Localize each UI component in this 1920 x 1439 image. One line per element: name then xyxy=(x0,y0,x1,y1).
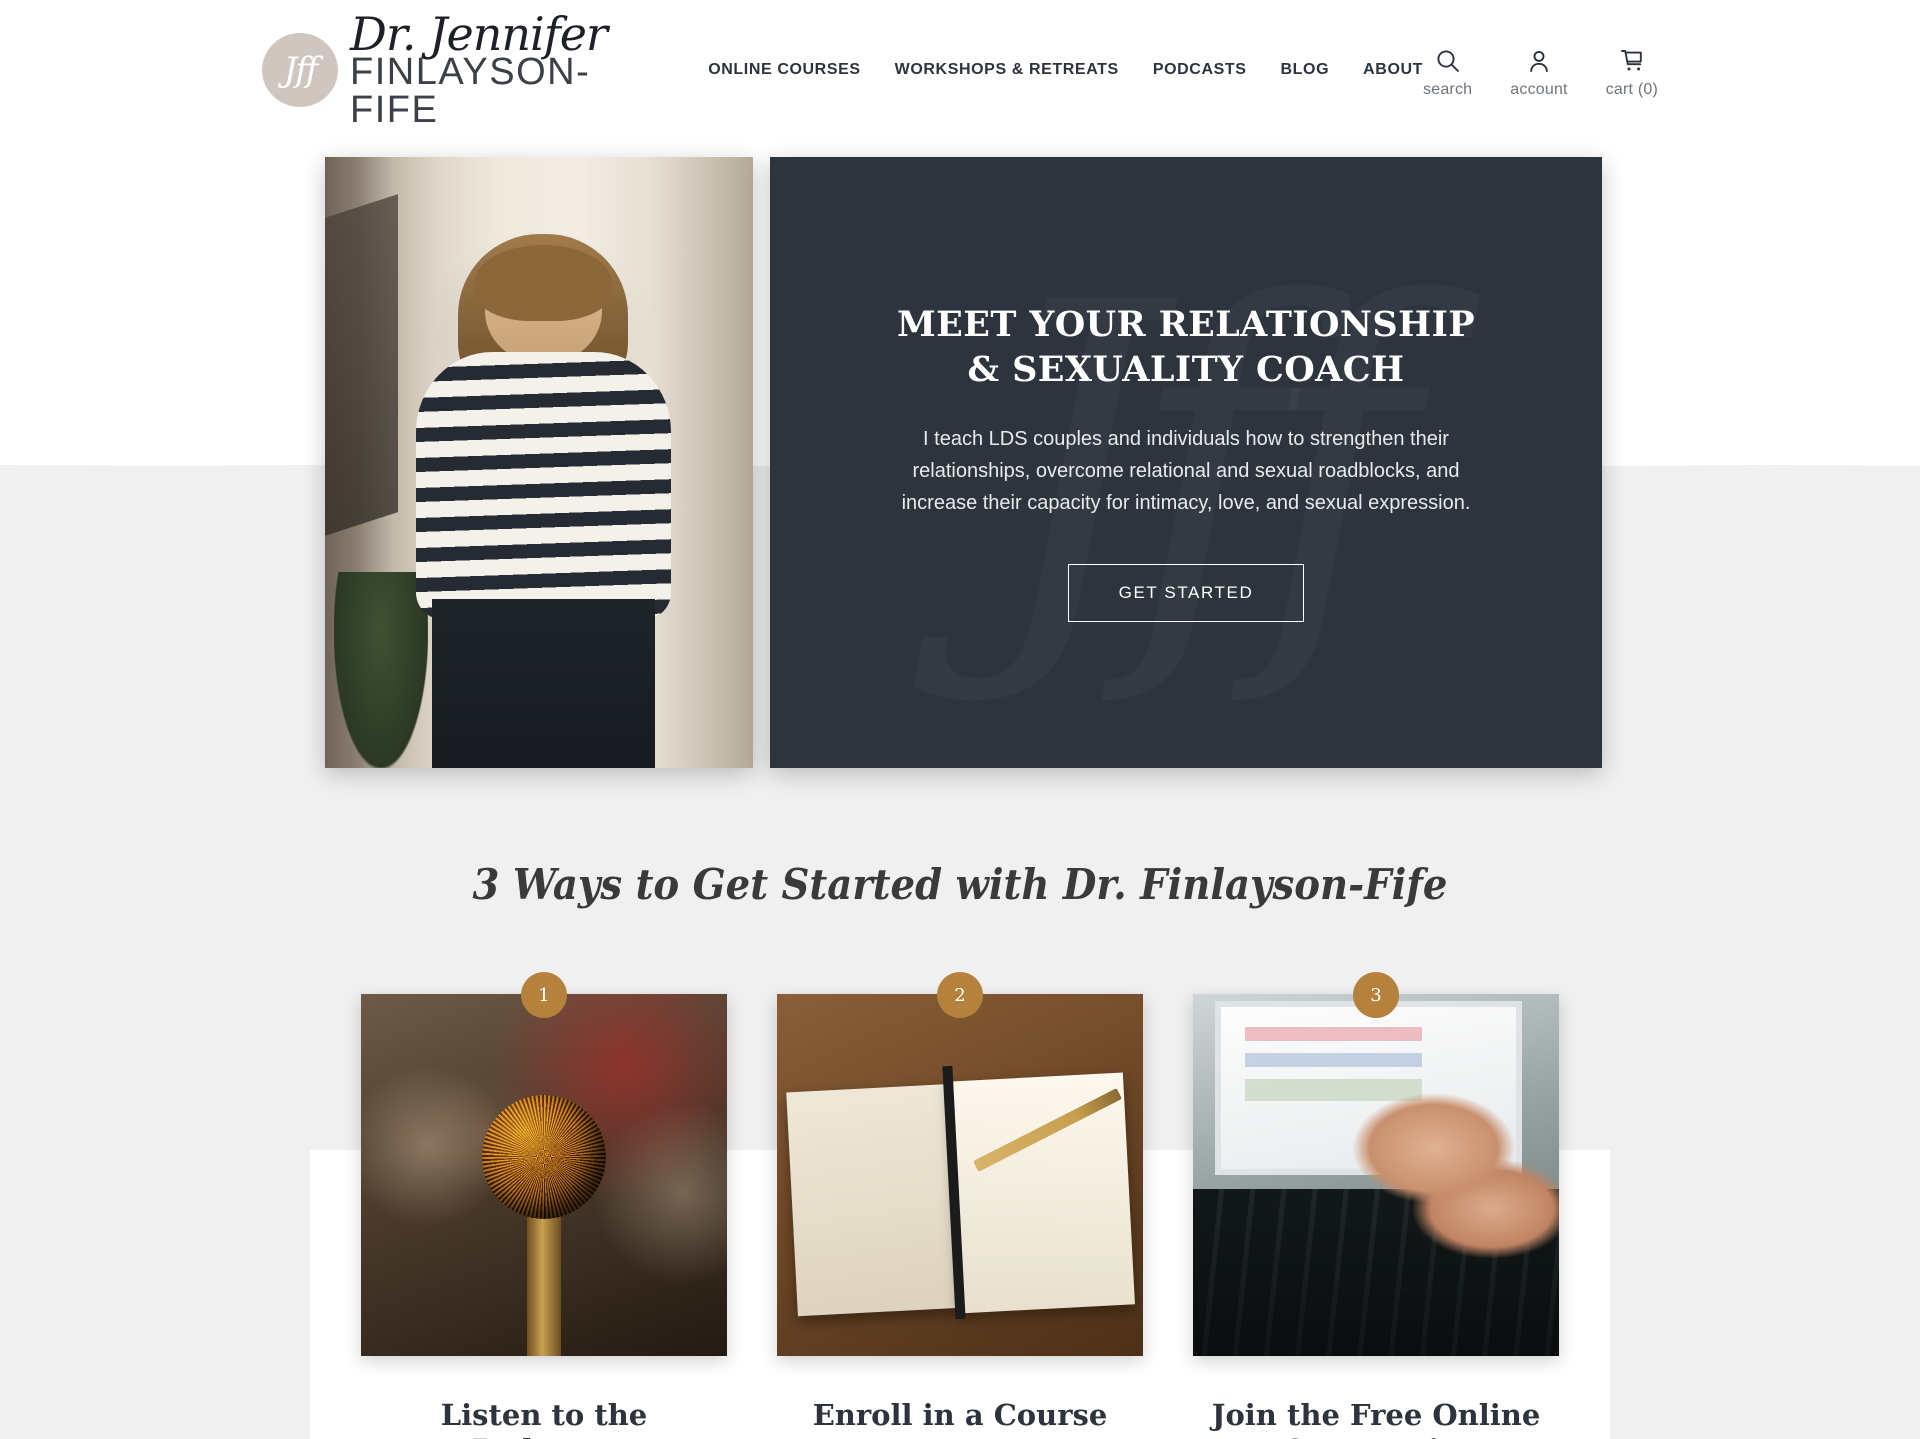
utility-navigation: search account cart (0) xyxy=(1423,42,1658,99)
staircase-rail xyxy=(325,194,398,536)
nav-item-podcasts[interactable]: PODCASTS xyxy=(1153,61,1247,79)
nav-item-workshops-retreats[interactable]: WORKSHOPS & RETREATS xyxy=(895,61,1119,79)
card-title[interactable]: Enroll in a Course xyxy=(813,1398,1108,1433)
hair-front xyxy=(474,244,613,322)
nav-item-blog[interactable]: BLOG xyxy=(1281,61,1330,79)
striped-sweater xyxy=(415,352,671,620)
way-card-podcasts[interactable]: 1 Listen to the Podcasts xyxy=(361,972,727,1439)
nav-item-about[interactable]: ABOUT xyxy=(1363,61,1423,79)
portrait-illustration xyxy=(325,157,753,768)
ways-cards-row: 1 Listen to the Podcasts 2 Enr xyxy=(0,972,1920,1439)
cart-icon xyxy=(1620,49,1642,70)
hero-description: I teach LDS couples and individuals how … xyxy=(901,427,1471,515)
account-icon xyxy=(1530,50,1548,72)
search-button[interactable]: search xyxy=(1423,48,1472,99)
brand-wordmark: Dr. Jennifer FINLAYSON-FIFE xyxy=(350,11,660,129)
way-card-community[interactable]: 3 Join the Free Online Community xyxy=(1193,972,1559,1439)
typing-hands xyxy=(1332,1088,1559,1320)
brand-monogram-text: Jff xyxy=(283,50,319,90)
main-navigation: ONLINE COURSES WORKSHOPS & RETREATS PODC… xyxy=(708,61,1423,79)
microphone-head xyxy=(482,1095,606,1220)
skirt xyxy=(431,598,655,768)
card-number-badge: 2 xyxy=(937,972,983,1018)
card-image-laptop[interactable] xyxy=(1193,994,1559,1356)
search-label: search xyxy=(1423,80,1473,98)
card-number-badge: 3 xyxy=(1353,972,1399,1018)
card-title[interactable]: Join the Free Online Community xyxy=(1211,1398,1541,1439)
laptop-illustration xyxy=(1193,994,1559,1356)
microphone-stand xyxy=(527,1203,561,1356)
card-title[interactable]: Listen to the Podcasts xyxy=(379,1398,709,1439)
site-logo[interactable]: Jff Dr. Jennifer FINLAYSON-FIFE xyxy=(262,11,660,129)
card-number-badge: 1 xyxy=(521,972,567,1018)
way-card-course[interactable]: 2 Enroll in a Course xyxy=(777,972,1143,1439)
search-icon xyxy=(1437,49,1459,72)
get-started-button[interactable]: GET STARTED xyxy=(1067,563,1305,622)
hero-text-panel: Jff MEET YOUR RELATIONSHIP & SEXUALITY C… xyxy=(770,157,1602,768)
ways-section-heading: 3 Ways to Get Started with Dr. Finlayson… xyxy=(472,860,1448,909)
person-figure xyxy=(411,234,676,768)
card-image-journal[interactable] xyxy=(777,994,1143,1356)
nav-item-online-courses[interactable]: ONLINE COURSES xyxy=(708,61,860,79)
site-header: Jff Dr. Jennifer FINLAYSON-FIFE ONLINE C… xyxy=(0,0,1920,140)
brand-sub-name: FINLAYSON-FIFE xyxy=(350,51,591,131)
journal-illustration xyxy=(777,994,1143,1356)
brand-monogram-icon: Jff xyxy=(262,33,338,107)
hero-title: MEET YOUR RELATIONSHIP & SEXUALITY COACH xyxy=(897,304,1475,390)
journal-page-left xyxy=(785,1083,966,1317)
cart-label: cart (0) xyxy=(1605,80,1658,98)
microphone-illustration xyxy=(361,994,727,1356)
ways-to-get-started-section: 3 Ways to Get Started with Dr. Finlayson… xyxy=(0,860,1920,1439)
hero-portrait-image xyxy=(325,157,753,768)
card-image-microphone[interactable] xyxy=(361,994,727,1356)
journal-page-right xyxy=(946,1072,1135,1314)
account-button[interactable]: account xyxy=(1510,48,1568,99)
hero-section: Jff MEET YOUR RELATIONSHIP & SEXUALITY C… xyxy=(0,157,1920,777)
cart-button[interactable]: cart (0) xyxy=(1606,48,1658,99)
hero-content: MEET YOUR RELATIONSHIP & SEXUALITY COACH… xyxy=(886,303,1486,622)
account-label: account xyxy=(1510,80,1568,98)
